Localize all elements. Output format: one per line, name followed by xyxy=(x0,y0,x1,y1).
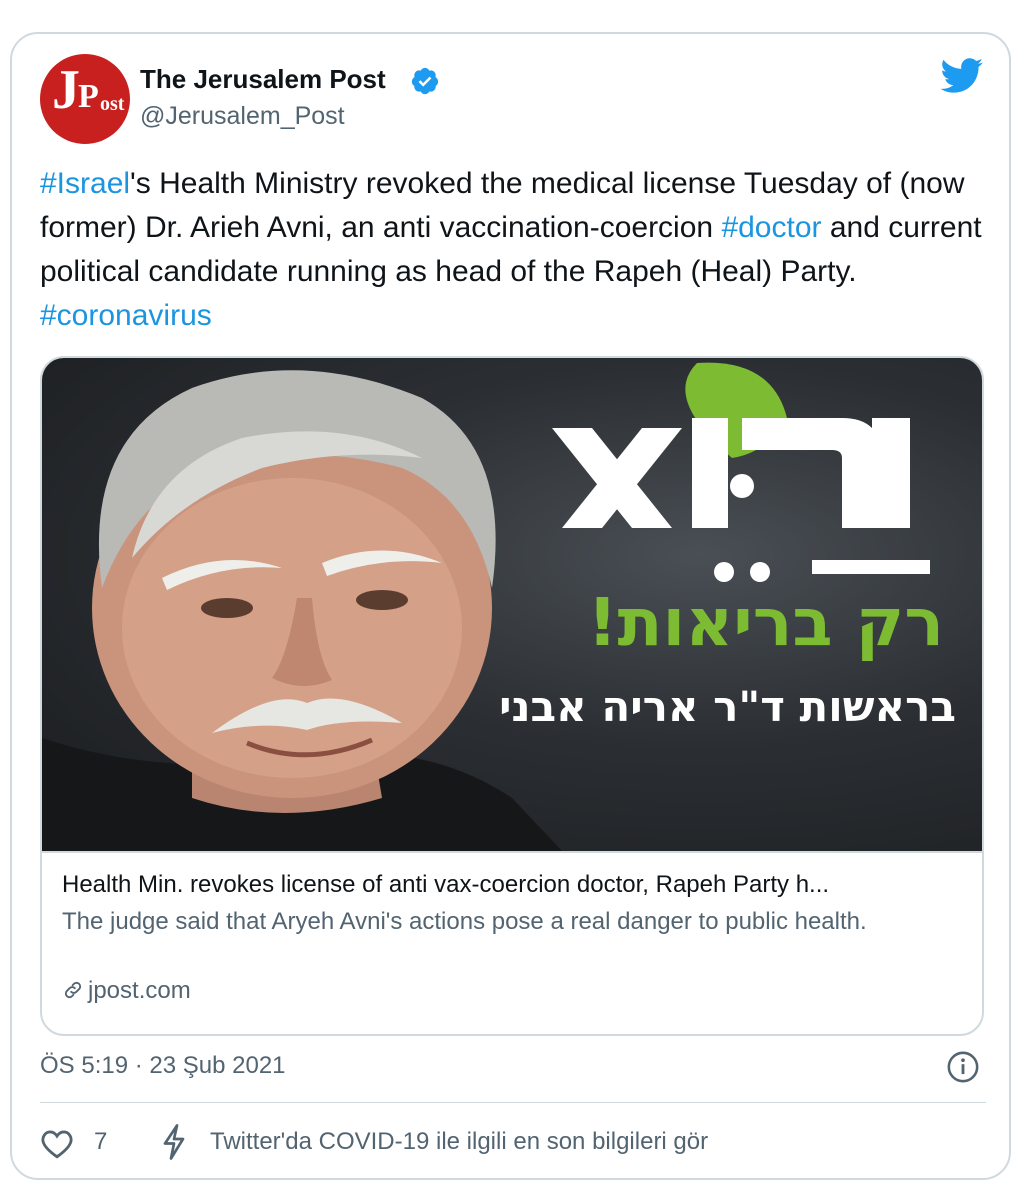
tweet-text: #Israel's Health Ministry revoked the me… xyxy=(40,162,990,338)
link-icon xyxy=(64,981,82,999)
hashtag-israel[interactable]: #Israel xyxy=(40,167,130,200)
avatar-letter-j: J xyxy=(52,59,80,121)
card-image-leader: בראשות ד"ר אריה אבני xyxy=(499,682,956,731)
info-icon[interactable] xyxy=(946,1050,980,1084)
flash-icon[interactable] xyxy=(160,1124,188,1160)
like-count[interactable]: 7 xyxy=(94,1128,107,1156)
card-title[interactable]: Health Min. revokes license of anti vax-… xyxy=(62,871,962,899)
avatar-letters-ost: ost xyxy=(100,93,125,115)
covid-info-link[interactable]: Twitter'da COVID-19 ile ilgili en son bi… xyxy=(210,1128,708,1156)
hashtag-doctor[interactable]: #doctor xyxy=(721,211,821,244)
verified-badge-icon xyxy=(411,67,439,95)
card-domain[interactable]: jpost.com xyxy=(62,977,191,1005)
avatar[interactable]: J P ost xyxy=(40,54,130,144)
hashtag-coronavirus[interactable]: #coronavirus xyxy=(40,299,212,332)
twitter-bird-icon[interactable] xyxy=(940,58,984,94)
card-image-slogan: רק בריאות! xyxy=(587,584,944,661)
heart-icon[interactable] xyxy=(40,1128,74,1160)
card-description: The judge said that Aryeh Avni's actions… xyxy=(62,908,867,935)
divider xyxy=(40,1102,986,1103)
handle[interactable]: @Jerusalem_Post xyxy=(140,102,345,131)
tweet-card[interactable]: J P ost The Jerusalem Post @Jerusalem_Po… xyxy=(10,32,1011,1180)
card-image[interactable]: רק בריאות! בראשות ד"ר אריה אבני xyxy=(42,358,982,851)
card-domain-text: jpost.com xyxy=(88,977,191,1004)
card-body[interactable]: Health Min. revokes license of anti vax-… xyxy=(42,851,982,1034)
display-name[interactable]: The Jerusalem Post xyxy=(140,64,386,95)
link-preview-card[interactable]: רק בריאות! בראשות ד"ר אריה אבני Health M… xyxy=(40,356,984,1036)
avatar-letter-p: P xyxy=(78,78,99,115)
timestamp[interactable]: ÖS 5:19 · 23 Şub 2021 xyxy=(40,1052,286,1080)
